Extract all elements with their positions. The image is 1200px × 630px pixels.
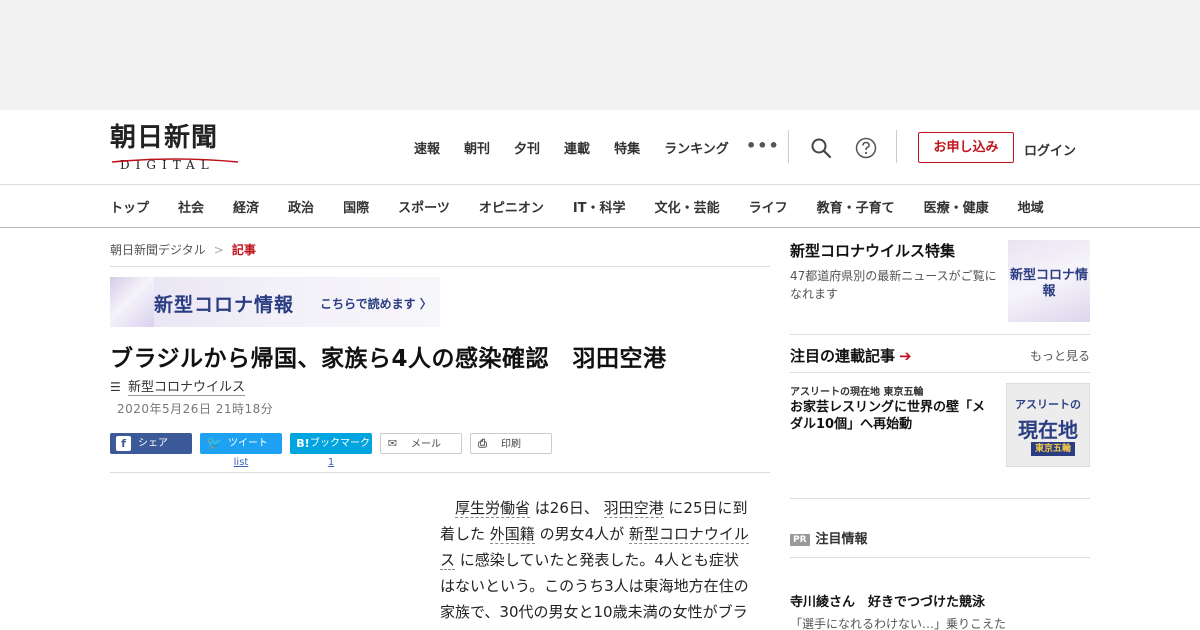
mail-share-label: メール bbox=[411, 439, 441, 450]
rensai-article-item[interactable]: アスリートの現在地 東京五輪 お家芸レスリングに世界の壁「メダル10個」へ再始動… bbox=[790, 383, 1090, 467]
topnav-choukan[interactable]: 朝刊 bbox=[464, 138, 490, 157]
print-label: 印刷 bbox=[501, 439, 521, 450]
cat-region[interactable]: 地域 bbox=[1018, 197, 1044, 216]
banner-decoration bbox=[110, 277, 154, 327]
topnav-sokuho[interactable]: 速報 bbox=[414, 138, 440, 157]
cat-economy[interactable]: 経済 bbox=[233, 197, 259, 216]
arrow-right-icon[interactable]: ➔ bbox=[899, 347, 912, 365]
cat-top[interactable]: トップ bbox=[110, 197, 149, 216]
cat-society[interactable]: 社会 bbox=[178, 197, 204, 216]
twitter-share-button[interactable]: 🐦 ツイート bbox=[200, 433, 282, 454]
logo-swoosh-icon bbox=[111, 158, 239, 163]
topnav-rensai[interactable]: 連載 bbox=[564, 138, 590, 157]
hatena-bookmark-label: ブックマーク bbox=[310, 438, 370, 449]
header-divider bbox=[788, 130, 789, 163]
keyword-link[interactable]: 外国籍 bbox=[489, 525, 535, 544]
divider bbox=[110, 472, 770, 473]
twitter-count-link[interactable]: list bbox=[200, 457, 282, 468]
feature-thumbnail: 新型コロナ情報 bbox=[1008, 240, 1090, 322]
facebook-share-button[interactable]: f シェア bbox=[110, 433, 192, 454]
logo-kanji: 朝日新聞 bbox=[110, 123, 219, 153]
feature-description: 47都道府県別の最新ニュースがご覧になれます bbox=[790, 269, 997, 301]
body-text: の男女4人が bbox=[534, 525, 629, 543]
help-icon[interactable] bbox=[855, 137, 877, 159]
keyword-link[interactable]: 羽田空港 bbox=[603, 499, 664, 518]
breadcrumb: 朝日新聞デジタル > 記事 bbox=[110, 241, 256, 258]
cat-it-science[interactable]: IT・科学 bbox=[573, 197, 626, 216]
top-nav: 速報 朝刊 夕刊 連載 特集 ランキング bbox=[414, 138, 753, 157]
rensai-title[interactable]: 注目の連載記事 bbox=[790, 347, 895, 365]
cat-politics[interactable]: 政治 bbox=[288, 197, 314, 216]
topnav-ranking[interactable]: ランキング bbox=[664, 138, 729, 157]
cat-sports[interactable]: スポーツ bbox=[398, 197, 450, 216]
banner-title: 新型コロナ情報 bbox=[154, 294, 295, 316]
mail-icon: ✉ bbox=[387, 437, 398, 450]
divider bbox=[790, 498, 1090, 499]
cat-health[interactable]: 医療・健康 bbox=[924, 197, 989, 216]
cat-life[interactable]: ライフ bbox=[749, 197, 788, 216]
rensai-more-link[interactable]: もっと見る bbox=[1030, 347, 1090, 364]
article-body: 厚生労働省 は26日、 羽田空港 に25日に到着した 外国籍 の男女4人が 新型… bbox=[440, 495, 750, 630]
rensai-thumb-top: アスリートの bbox=[1015, 398, 1081, 411]
rensai-thumb-badge: 東京五輪 bbox=[1031, 442, 1075, 456]
cat-international[interactable]: 国際 bbox=[343, 197, 369, 216]
pr-article-title: 寺川綾さん 好きでつづけた競泳 bbox=[790, 595, 986, 610]
more-menu-icon[interactable]: ••• bbox=[746, 136, 780, 155]
twitter-share-label: ツイート bbox=[228, 438, 268, 449]
corona-info-banner[interactable]: 新型コロナ情報 こちらで読めます 〉 bbox=[110, 277, 440, 327]
feature-thumbnail-text: 新型コロナ情報 bbox=[1009, 268, 1088, 299]
sidebar-corona-feature[interactable]: 新型コロナウイルス特集 47都道府県別の最新ニュースがご覧になれます 新型コロナ… bbox=[790, 240, 1090, 322]
divider bbox=[110, 266, 770, 267]
rensai-thumbnail: アスリートの 現在地 東京五輪 bbox=[1006, 383, 1090, 467]
facebook-icon: f bbox=[116, 436, 131, 451]
rensai-section-header: 注目の連載記事 ➔ もっと見る bbox=[790, 345, 1090, 366]
pr-title: 注目情報 bbox=[815, 532, 868, 547]
topic-tag: ☰ 新型コロナウイルス bbox=[110, 376, 246, 396]
ad-banner-area bbox=[0, 0, 1200, 110]
category-nav: トップ 社会 経済 政治 国際 スポーツ オピニオン IT・科学 文化・芸能 ラ… bbox=[0, 184, 1200, 228]
cat-education[interactable]: 教育・子育て bbox=[817, 197, 895, 216]
topnav-tokushu[interactable]: 特集 bbox=[614, 138, 640, 157]
breadcrumb-home[interactable]: 朝日新聞デジタル bbox=[110, 243, 206, 257]
print-button[interactable]: ⎙ 印刷 bbox=[470, 433, 552, 454]
pr-section-header: PR 注目情報 bbox=[790, 528, 868, 547]
breadcrumb-separator: > bbox=[213, 243, 224, 257]
login-link[interactable]: ログイン bbox=[1024, 140, 1076, 159]
body-text: に感染していたと発表した。4人とも症状はないという。このうち3人は東海地方在住の… bbox=[440, 551, 749, 630]
apply-button[interactable]: お申し込み bbox=[918, 132, 1014, 163]
topnav-yuukan[interactable]: 夕刊 bbox=[514, 138, 540, 157]
keyword-link[interactable]: 厚生労働省 bbox=[455, 499, 531, 518]
rensai-thumb-main: 現在地 bbox=[1018, 418, 1078, 442]
article-headline: ブラジルから帰国、家族ら4人の感染確認 羽田空港 bbox=[110, 346, 667, 372]
header-divider bbox=[896, 130, 897, 163]
article-date: 2020年5月26日 21時18分 bbox=[117, 402, 274, 416]
search-icon[interactable] bbox=[810, 137, 832, 159]
cat-opinion[interactable]: オピニオン bbox=[479, 197, 544, 216]
divider bbox=[790, 372, 1090, 373]
asahi-logo[interactable]: 朝日新聞 DIGITAL bbox=[110, 123, 242, 172]
hatena-bookmark-button[interactable]: B! ブックマーク bbox=[290, 433, 372, 454]
hatena-count-link[interactable]: 1 bbox=[290, 457, 372, 468]
printer-icon: ⎙ bbox=[478, 437, 487, 450]
mail-share-button[interactable]: ✉ メール bbox=[380, 433, 462, 454]
divider bbox=[790, 557, 1090, 558]
pr-badge: PR bbox=[790, 534, 810, 546]
body-text: は26日、 bbox=[530, 499, 604, 517]
topic-link[interactable]: 新型コロナウイルス bbox=[128, 380, 246, 396]
pr-article-subtitle: 「選手になれるわけない…」乗りこえた bbox=[790, 617, 1007, 630]
twitter-icon: 🐦 bbox=[206, 436, 223, 451]
banner-subtitle: こちらで読めます 〉 bbox=[320, 297, 432, 311]
cat-culture[interactable]: 文化・芸能 bbox=[655, 197, 720, 216]
divider bbox=[790, 334, 1090, 335]
facebook-share-label: シェア bbox=[138, 438, 168, 449]
pr-article-item[interactable]: 寺川綾さん 好きでつづけた競泳 「選手になれるわけない…」乗りこえた bbox=[790, 591, 1090, 630]
breadcrumb-current: 記事 bbox=[231, 243, 256, 257]
list-icon: ☰ bbox=[110, 380, 121, 394]
rensai-article-title: お家芸レスリングに世界の壁「メダル10個」へ再始動 bbox=[790, 400, 986, 432]
site-header: 朝日新聞 DIGITAL 速報 朝刊 夕刊 連載 特集 ランキング ••• お申… bbox=[0, 110, 1200, 185]
